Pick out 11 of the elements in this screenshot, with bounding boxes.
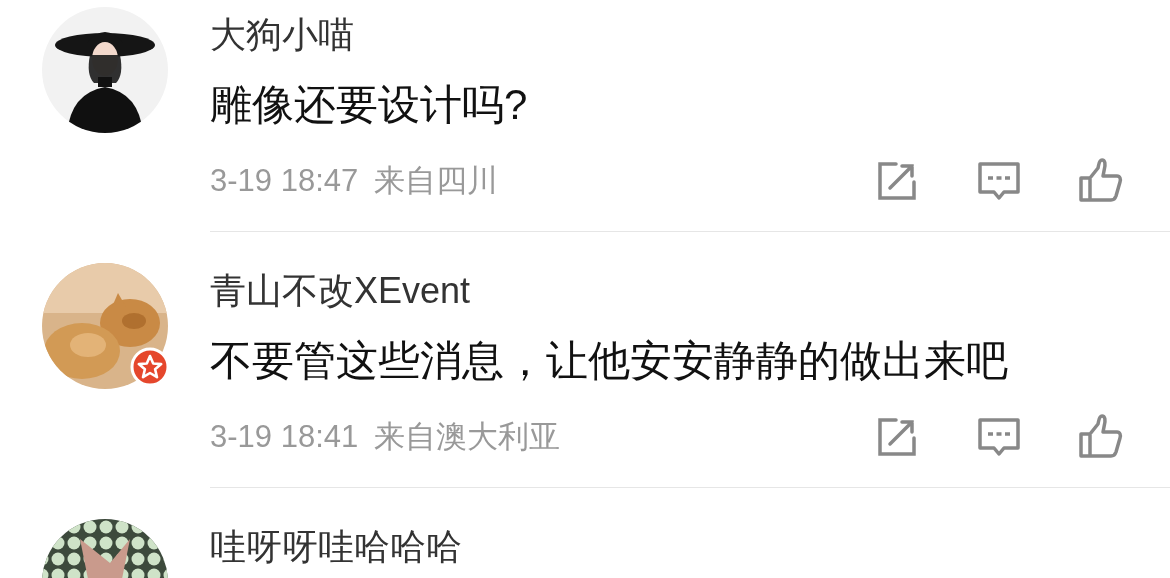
location-text: 来自四川 [374, 162, 499, 200]
thumbs-up-icon[interactable] [1078, 158, 1124, 204]
timestamp: 3-19 18:41 [210, 418, 359, 456]
username[interactable]: 青山不改XEvent [210, 269, 471, 313]
thumbs-up-icon[interactable] [1078, 414, 1124, 460]
timestamp: 3-19 18:47 [210, 162, 359, 200]
username[interactable]: 哇呀呀哇哈哈哈 [210, 525, 462, 569]
location-text: 来自澳大利亚 [374, 418, 561, 456]
comment-text: 雕像还要设计吗? [210, 80, 528, 130]
comment-text: 不要管这些消息，让他安安静静的做出来吧 [210, 336, 1008, 386]
username[interactable]: 大狗小喵 [210, 13, 354, 57]
